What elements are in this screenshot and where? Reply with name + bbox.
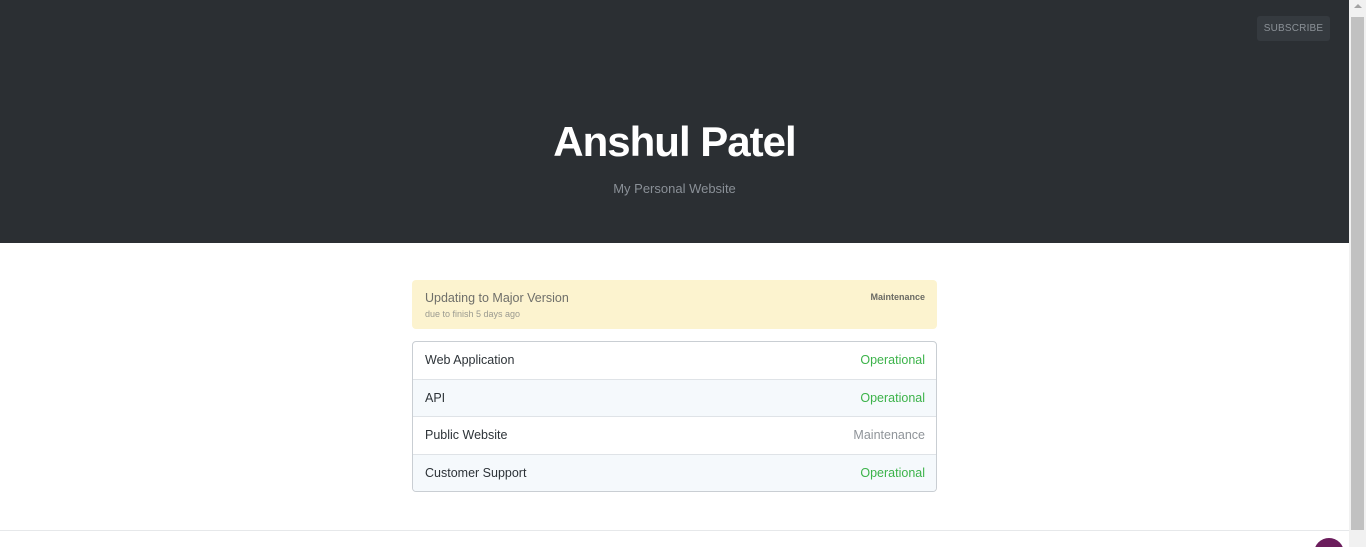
components-list: Web Application Operational API Operatio…: [412, 341, 937, 492]
component-row: Customer Support Operational: [413, 454, 936, 491]
component-status: Maintenance: [853, 428, 925, 442]
component-name: Web Application: [425, 353, 515, 367]
footer-divider: [0, 530, 1349, 531]
notice-timing: due to finish 5 days ago: [425, 309, 521, 319]
component-status: Operational: [860, 353, 925, 367]
status-page: SUBSCRIBE Anshul Patel My Personal Websi…: [0, 0, 1349, 547]
component-status: Operational: [860, 465, 925, 480]
subscribe-button[interactable]: SUBSCRIBE: [1257, 16, 1330, 41]
component-name: API: [425, 390, 446, 405]
component-row: API Operational: [413, 379, 936, 417]
vertical-scrollbar[interactable]: [1349, 0, 1366, 547]
header-banner: SUBSCRIBE Anshul Patel My Personal Websi…: [0, 0, 1349, 243]
notice-title[interactable]: Updating to Major Version: [425, 291, 569, 306]
page-title: Anshul Patel: [553, 118, 796, 165]
component-row: Public Website Maintenance: [413, 417, 936, 455]
component-name: Customer Support: [425, 465, 527, 480]
component-name: Public Website: [425, 428, 508, 442]
chat-bubble-icon[interactable]: [1314, 538, 1344, 547]
component-status: Operational: [860, 390, 925, 405]
chevron-up-icon[interactable]: [1354, 4, 1362, 8]
maintenance-notice[interactable]: Updating to Major Version due to finish …: [412, 280, 937, 329]
page-subtitle: My Personal Website: [613, 181, 736, 196]
component-row: Web Application Operational: [413, 342, 936, 380]
scrollbar-thumb[interactable]: [1351, 17, 1364, 530]
notice-badge: Maintenance: [870, 292, 925, 302]
